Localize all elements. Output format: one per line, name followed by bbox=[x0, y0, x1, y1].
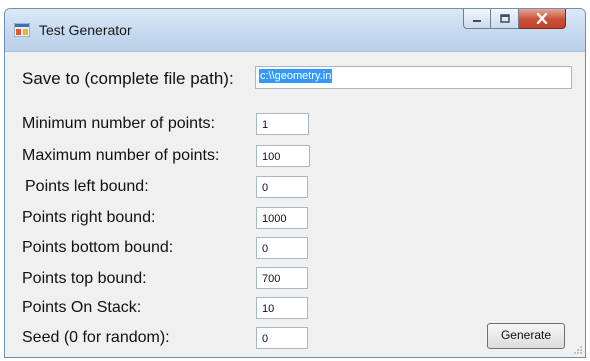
bottom-bound-label: Points bottom bound: bbox=[22, 239, 174, 256]
points-on-stack-input[interactable]: 10 bbox=[256, 297, 308, 319]
save-to-label: Save to (complete file path): bbox=[22, 69, 234, 88]
right-bound-input[interactable]: 1000 bbox=[256, 207, 308, 229]
top-bound-input[interactable]: 700 bbox=[256, 267, 308, 289]
minimize-icon bbox=[473, 19, 481, 22]
left-bound-label: Points left bound: bbox=[25, 178, 149, 195]
close-button[interactable] bbox=[519, 9, 566, 29]
close-icon bbox=[536, 13, 548, 24]
save-path-input[interactable]: c:\\geometry.in bbox=[255, 66, 572, 89]
maximize-button[interactable] bbox=[491, 9, 519, 29]
maximize-icon bbox=[499, 14, 510, 23]
seed-input[interactable]: 0 bbox=[256, 327, 308, 349]
generate-button[interactable]: Generate bbox=[487, 323, 565, 349]
bottom-bound-input[interactable]: 0 bbox=[256, 237, 308, 259]
min-points-label: Minimum number of points: bbox=[22, 115, 215, 132]
right-bound-label: Points right bound: bbox=[22, 209, 156, 226]
save-path-value: c:\\geometry.in bbox=[259, 69, 333, 83]
window-title: Test Generator bbox=[39, 22, 132, 38]
title-bar[interactable]: Test Generator bbox=[5, 9, 585, 52]
points-on-stack-label: Points On Stack: bbox=[22, 299, 142, 316]
minimize-button[interactable] bbox=[463, 9, 491, 29]
min-points-input[interactable]: 1 bbox=[256, 113, 309, 135]
resize-grip-icon[interactable] bbox=[573, 345, 583, 355]
left-bound-input[interactable]: 0 bbox=[256, 176, 308, 198]
top-bound-label: Points top bound: bbox=[22, 270, 147, 287]
app-form-icon bbox=[14, 23, 30, 37]
seed-label: Seed (0 for random): bbox=[22, 329, 170, 346]
test-generator-window: Test Generator Save to (complete file pa… bbox=[4, 8, 586, 358]
max-points-input[interactable]: 100 bbox=[256, 145, 310, 167]
max-points-label: Maximum number of points: bbox=[22, 147, 220, 164]
